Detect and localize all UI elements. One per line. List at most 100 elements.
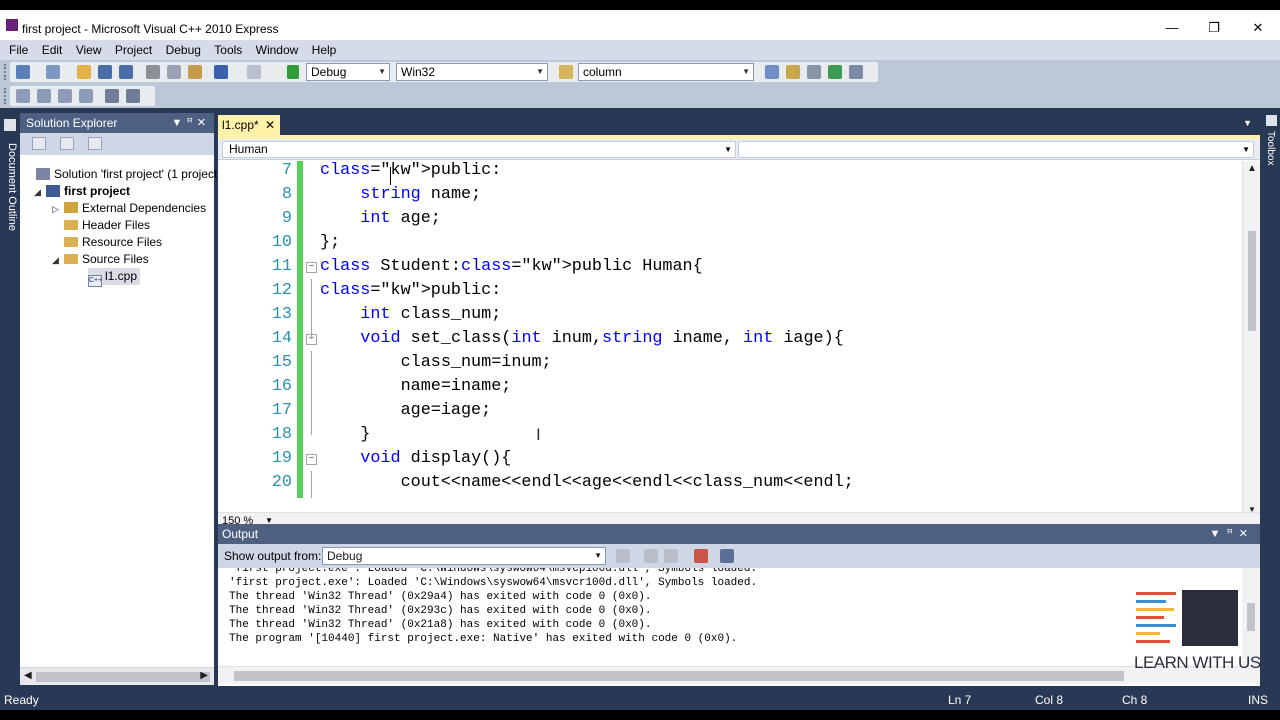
quick-info-icon[interactable] (58, 89, 72, 103)
code-line[interactable]: 15 class_num=inum; (218, 351, 1242, 375)
code-line[interactable]: 14− void set_class(int inum,string iname… (218, 327, 1242, 351)
code-line[interactable]: 21 } (218, 495, 1242, 498)
pin-icon[interactable]: ꟸ (1226, 528, 1238, 540)
tab-l1-cpp[interactable]: l1.cpp* ✕ (218, 115, 280, 135)
menu-project[interactable]: Project (110, 40, 157, 57)
collapse-region-icon[interactable]: − (306, 262, 317, 273)
undo-icon[interactable] (214, 65, 228, 79)
uncomment-lines-icon[interactable] (126, 89, 140, 103)
configuration-select[interactable]: Debug ▼ (306, 63, 390, 81)
type-dropdown[interactable]: Human ▼ (222, 141, 736, 158)
pin-icon[interactable]: ꟸ (186, 117, 196, 129)
output-hscrollbar[interactable] (218, 666, 1260, 684)
menu-help[interactable]: Help (307, 40, 342, 57)
output-text[interactable]: 'first project.exe': Loaded 'C:\Windows\… (218, 568, 1242, 668)
scroll-thumb[interactable] (1247, 603, 1255, 631)
next-message-icon[interactable] (664, 549, 678, 563)
code-line[interactable]: 12 class="kw">public: (218, 279, 1242, 303)
close-icon[interactable]: ✕ (197, 117, 210, 129)
close-tab-icon[interactable]: ✕ (265, 115, 275, 135)
code-line[interactable]: 10}; (218, 231, 1242, 255)
display-object-member-list-icon[interactable] (16, 89, 30, 103)
solution-explorer-icon[interactable] (765, 65, 779, 79)
tab-list-dropdown-icon[interactable]: ▼ (1243, 118, 1252, 128)
code-line[interactable]: 19 − void display(){ (218, 447, 1242, 471)
scroll-left-icon[interactable]: ◀ (24, 670, 32, 681)
cut-icon[interactable] (146, 65, 160, 79)
properties-icon[interactable] (32, 137, 46, 150)
toolbox-tab[interactable]: Toolbox (1265, 131, 1276, 165)
collapse-region-icon[interactable]: − (306, 454, 317, 465)
new-project-icon[interactable] (16, 65, 30, 79)
window-position-icon[interactable]: ▼ (172, 117, 187, 129)
code-line[interactable]: 11 − class Student:class="kw">public Human… (218, 255, 1242, 279)
code-line[interactable]: 7 class="kw">public: (218, 161, 1242, 183)
paste-icon[interactable] (188, 65, 202, 79)
window-position-icon[interactable]: ▼ (1210, 528, 1227, 540)
show-all-files-icon[interactable] (60, 137, 74, 150)
tree-item-header-files[interactable]: Header Files (64, 217, 150, 234)
toggle-word-wrap-icon[interactable] (720, 549, 734, 563)
clear-all-icon[interactable] (694, 549, 708, 563)
find-box[interactable]: column ▼ (578, 63, 754, 81)
show-output-from-select[interactable]: Debug ▼ (322, 547, 606, 565)
properties-icon[interactable] (786, 65, 800, 79)
expanded-arrow-icon[interactable]: ◢ (52, 252, 64, 269)
code-line[interactable]: 17 age=iage; (218, 399, 1242, 423)
minimize-button[interactable]: — (1160, 20, 1184, 36)
code-line[interactable]: 20 cout<<name<<endl<<age<<endl<<class_nu… (218, 471, 1242, 495)
scroll-thumb[interactable] (1248, 231, 1256, 331)
code-line[interactable]: 9 int age; (218, 207, 1242, 231)
toolbar-grip[interactable] (4, 64, 8, 80)
extension-manager-icon[interactable] (849, 65, 863, 79)
code-line[interactable]: 18 } (218, 423, 1242, 447)
start-page-icon[interactable] (828, 65, 842, 79)
tree-item-solution[interactable]: Solution 'first project' (1 project (36, 166, 217, 183)
toolbox-icon[interactable] (807, 65, 821, 79)
expanded-arrow-icon[interactable]: ◢ (34, 184, 46, 201)
menu-tools[interactable]: Tools (209, 40, 247, 57)
member-dropdown[interactable]: ▼ (738, 141, 1254, 158)
start-debugging-icon[interactable] (287, 65, 299, 79)
code-text-area[interactable]: 7 class="kw">public: 8 string name; 9 int a… (218, 161, 1242, 498)
refresh-icon[interactable] (88, 137, 102, 150)
menu-debug[interactable]: Debug (161, 40, 206, 57)
platform-select[interactable]: Win32 ▼ (396, 63, 548, 81)
tree-item-l1-cpp[interactable]: C++ l1.cpp (88, 268, 141, 287)
close-icon[interactable]: ✕ (1239, 528, 1254, 540)
find-in-files-icon[interactable] (559, 65, 573, 79)
tree-item-resource-files[interactable]: Resource Files (64, 234, 162, 251)
toolbar-grip[interactable] (4, 88, 8, 104)
save-icon[interactable] (98, 65, 112, 79)
toolbox-tab-icon[interactable] (1266, 115, 1277, 126)
previous-message-icon[interactable] (644, 549, 658, 563)
add-item-icon[interactable] (46, 65, 60, 79)
save-all-icon[interactable] (119, 65, 133, 79)
menu-view[interactable]: View (71, 40, 107, 57)
find-message-icon[interactable] (616, 549, 630, 563)
scroll-thumb[interactable] (234, 671, 1124, 681)
scroll-right-icon[interactable]: ▶ (200, 670, 208, 681)
collapsed-arrow-icon[interactable]: ▷ (52, 201, 64, 218)
open-file-icon[interactable] (77, 65, 91, 79)
tree-item-external-dependencies[interactable]: ▷ External Dependencies (52, 200, 206, 217)
code-line[interactable]: 16 name=iname; (218, 375, 1242, 399)
scroll-up-icon[interactable]: ▲ (1247, 163, 1257, 174)
tree-item-project[interactable]: ◢ first project (34, 183, 130, 200)
parameter-info-icon[interactable] (37, 89, 51, 103)
tree-item-source-files[interactable]: ◢ Source Files (52, 251, 149, 268)
solution-explorer-hscrollbar[interactable]: ◀ ▶ (20, 667, 214, 685)
restore-button[interactable]: ❐ (1202, 20, 1226, 36)
comment-lines-icon[interactable] (105, 89, 119, 103)
menu-window[interactable]: Window (251, 40, 304, 57)
menu-edit[interactable]: Edit (37, 40, 68, 57)
document-outline-tab[interactable]: Document Outline (2, 143, 18, 231)
scroll-thumb[interactable] (36, 672, 210, 682)
menu-file[interactable]: File (4, 40, 33, 57)
complete-word-icon[interactable] (79, 89, 93, 103)
copy-icon[interactable] (167, 65, 181, 79)
editor-vscrollbar[interactable]: ▲ ▼ (1242, 161, 1260, 516)
redo-icon[interactable] (247, 65, 261, 79)
code-line[interactable]: 8 string name; (218, 183, 1242, 207)
document-outline-icon[interactable] (4, 119, 16, 131)
